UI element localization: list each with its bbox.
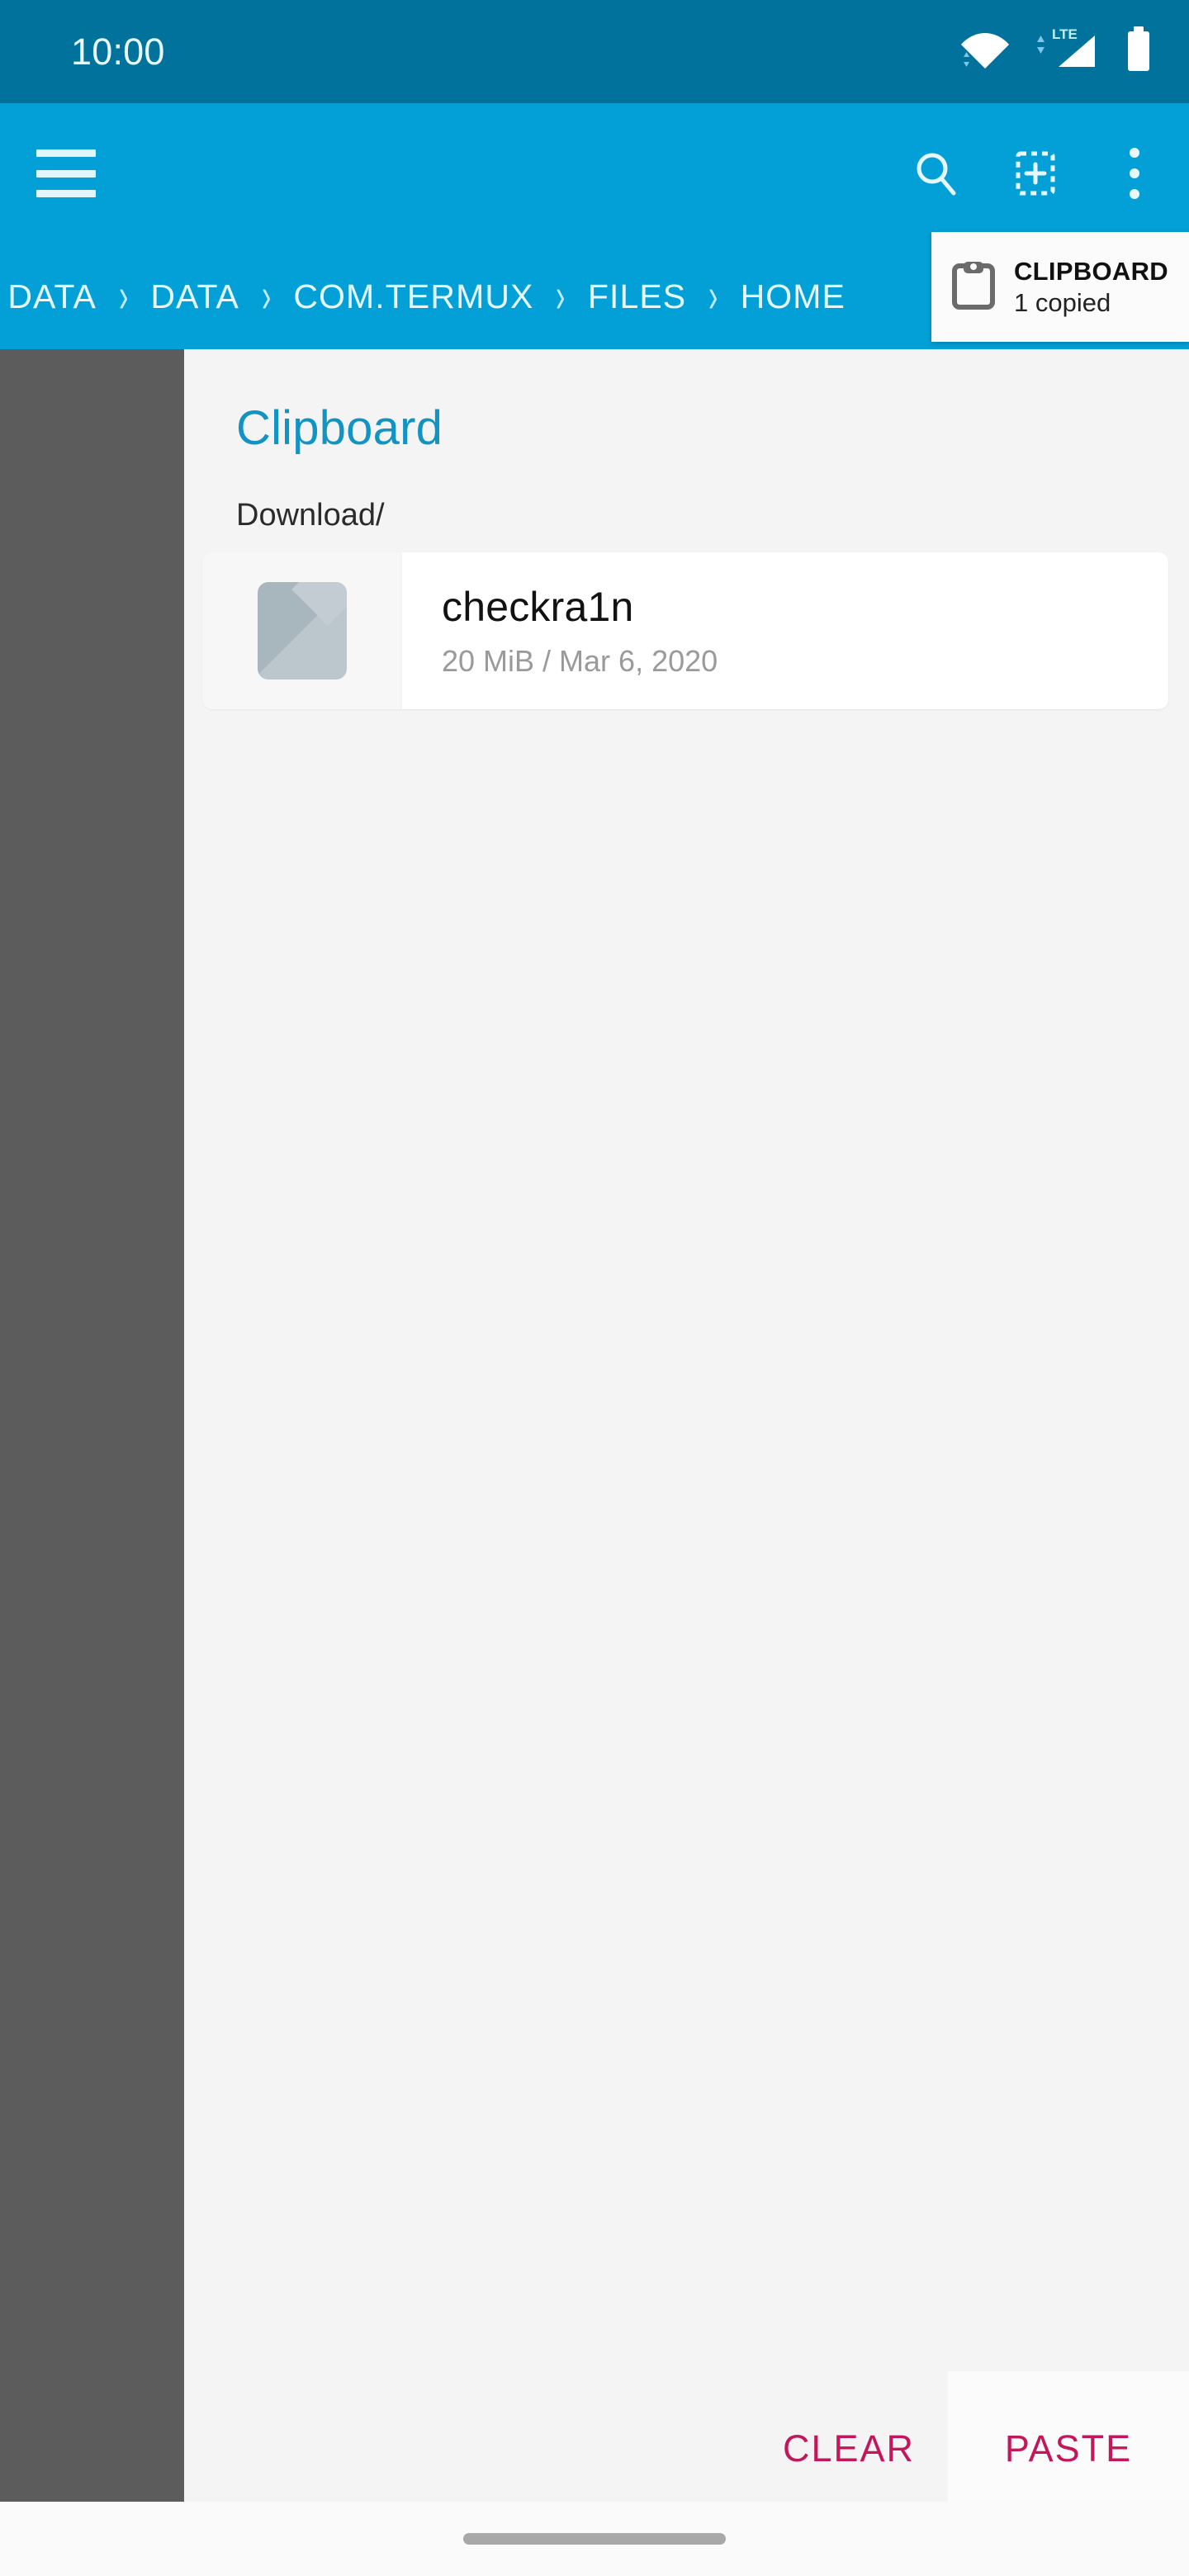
breadcrumb-item-data-2[interactable]: DATA [150, 277, 239, 316]
breadcrumb-item-data-1[interactable]: DATA [7, 277, 97, 316]
file-meta: 20 MiB / Mar 6, 2020 [442, 644, 718, 678]
clipboard-path-label: Download/ [236, 498, 385, 533]
chevron-right-icon: › [556, 269, 566, 323]
file-thumbnail-icon [258, 582, 347, 680]
search-icon[interactable] [905, 142, 968, 205]
status-bar: 10:00 LTE [0, 0, 1189, 103]
app-screen: 10:00 LTE DATA › DATA › COM.TERMUX › FIL… [0, 0, 1189, 2576]
toolbar-actions [905, 142, 1166, 205]
page-title: Clipboard [236, 401, 443, 455]
lte-signal-icon: LTE [1034, 24, 1101, 76]
clipboard-icon [951, 259, 996, 315]
home-gesture-pill[interactable] [463, 2533, 726, 2545]
app-toolbar [0, 103, 1189, 244]
clipboard-popup-text: CLIPBOARD 1 copied [1014, 257, 1168, 318]
system-navigation-bar [0, 2502, 1189, 2576]
status-bar-clock: 10:00 [71, 30, 165, 73]
new-folder-icon[interactable] [1004, 142, 1067, 205]
chevron-right-icon: › [261, 269, 272, 323]
breadcrumb-item-files[interactable]: FILES [588, 277, 686, 316]
status-bar-icons: LTE [959, 26, 1153, 76]
clipboard-popup-title: CLIPBOARD [1014, 256, 1168, 286]
list-item[interactable]: checkra1n 20 MiB / Mar 6, 2020 [202, 552, 1168, 709]
clipboard-popup[interactable]: CLIPBOARD 1 copied [931, 232, 1189, 342]
clipboard-popup-subtitle: 1 copied [1014, 287, 1111, 317]
breadcrumb-item-com-termux[interactable]: COM.TERMUX [293, 277, 533, 316]
dialog-scrim[interactable] [0, 349, 184, 2526]
clipboard-sheet: Clipboard Download/ checkra1n 20 MiB / M… [184, 349, 1189, 2526]
chevron-right-icon: › [118, 269, 129, 323]
battery-icon [1125, 26, 1153, 76]
file-thumbnail-container[interactable] [202, 552, 402, 709]
file-name: checkra1n [442, 584, 634, 630]
file-info-container[interactable]: checkra1n 20 MiB / Mar 6, 2020 [402, 552, 1168, 709]
svg-text:LTE: LTE [1052, 26, 1078, 42]
wifi-icon [959, 24, 1011, 76]
chevron-right-icon: › [708, 269, 718, 323]
breadcrumb-item-home[interactable]: HOME [741, 277, 846, 316]
hamburger-menu-icon[interactable] [36, 149, 96, 197]
overflow-menu-icon[interactable] [1103, 142, 1166, 205]
